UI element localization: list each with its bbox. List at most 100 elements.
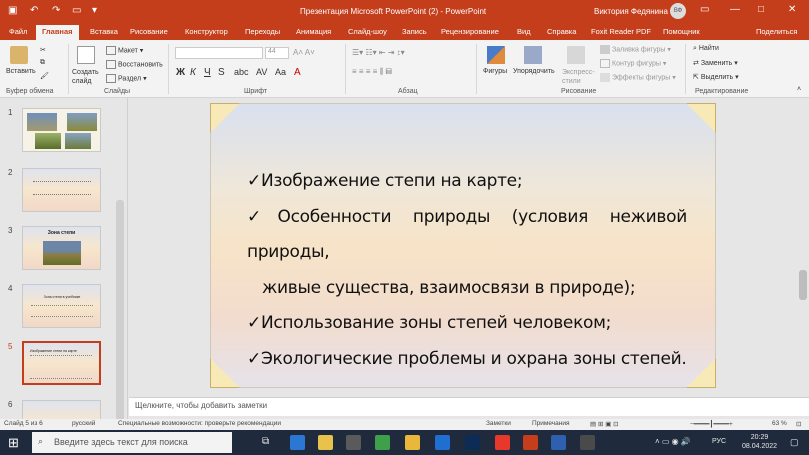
italic-button[interactable]: К [190, 67, 196, 78]
underline-button[interactable]: Ч [204, 67, 211, 78]
l-app-icon[interactable] [375, 435, 390, 450]
edge-icon[interactable] [290, 435, 305, 450]
tab-foxit[interactable]: Foxit Reader PDF [591, 27, 651, 36]
tab-file[interactable]: Файл [9, 27, 27, 36]
accessibility-status[interactable]: Специальные возможности: проверьте реком… [118, 420, 281, 427]
thumbnail-slide-2[interactable] [22, 168, 101, 212]
align-buttons[interactable]: ≡ ≡ ≡ ≡ ⫼ ▤ [352, 67, 392, 77]
font-size-combo[interactable]: 44 [265, 47, 289, 59]
tab-design[interactable]: Конструктор [185, 27, 228, 36]
undo-icon[interactable]: ↶ [30, 5, 38, 16]
app-icon[interactable] [580, 435, 595, 450]
paint-icon[interactable] [405, 435, 420, 450]
tab-record[interactable]: Запись [402, 27, 427, 36]
format-painter-icon[interactable]: 🖌 [40, 72, 49, 80]
collapse-ribbon-icon[interactable]: ˄ [797, 86, 801, 93]
tab-insert[interactable]: Вставка [90, 27, 118, 36]
maximize-icon[interactable]: □ [758, 4, 764, 15]
slide-scrollbar[interactable] [797, 98, 809, 397]
tab-assistant[interactable]: Помощник [663, 27, 700, 36]
fit-slide-icon[interactable]: ⊡ [796, 420, 801, 428]
replace-button[interactable]: ⇄ Заменить ▾ [693, 59, 738, 67]
avatar[interactable]: ВФ [670, 3, 686, 19]
shadow-button[interactable]: S [218, 67, 225, 78]
spacing-button[interactable]: AV [256, 67, 267, 77]
bold-button[interactable]: Ж [176, 67, 185, 78]
photos-icon[interactable] [435, 435, 450, 450]
taskbar-search[interactable]: ⌕ Введите здесь текст для поиска [32, 432, 232, 453]
thumbnail-slide-5[interactable]: Изображение степи на карте [22, 341, 101, 385]
reset-button[interactable]: Восстановить [106, 60, 163, 69]
explorer-icon[interactable] [318, 435, 333, 450]
clock[interactable]: 20:29 08.04.2022 [742, 433, 777, 451]
word-icon[interactable] [551, 435, 566, 450]
thumbnail-slide-6[interactable] [22, 400, 101, 419]
tab-animation[interactable]: Анимация [296, 27, 331, 36]
thumbnail-slide-1[interactable] [22, 108, 101, 152]
arrange-icon[interactable] [524, 46, 542, 64]
shapes-button[interactable]: Фигуры [483, 68, 507, 75]
save-icon[interactable]: ▣ [8, 5, 17, 16]
tray-icons[interactable]: ˄ ▭ ◉ 🔊 [655, 437, 691, 446]
tab-review[interactable]: Рецензирование [441, 27, 499, 36]
zoom-slider[interactable]: −━━━━┃━━━━+ [690, 420, 733, 428]
select-button[interactable]: ⇱ Выделить ▾ [693, 73, 739, 81]
tab-draw[interactable]: Рисование [130, 27, 168, 36]
shape-fill-button[interactable]: Заливка фигуры ▾ [600, 45, 671, 54]
tab-slideshow[interactable]: Слайд-шоу [348, 27, 387, 36]
comments-toggle[interactable]: Примечания [532, 420, 570, 427]
section-button[interactable]: Раздел ▾ [106, 74, 147, 83]
new-slide-icon[interactable] [77, 46, 95, 64]
slideshow-icon[interactable]: ▭ [72, 5, 81, 16]
photoshop-icon[interactable] [465, 435, 480, 450]
view-buttons[interactable]: ▤ ⊞ ▣ ⊡ [590, 420, 619, 428]
language-indicator[interactable]: русский [72, 420, 95, 427]
paste-icon[interactable] [10, 46, 28, 64]
find-button[interactable]: ⌕ Найти [693, 45, 719, 53]
notes-toggle[interactable]: Заметки [486, 420, 511, 427]
thumbnail-slide-4[interactable]: Зона степи в учебнике [22, 284, 101, 328]
layout-button[interactable]: Макет ▾ [106, 46, 143, 55]
notes-pane[interactable]: Щелкните, чтобы добавить заметки [129, 397, 809, 416]
shape-outline-button[interactable]: Контур фигуры ▾ [600, 59, 666, 68]
zoom-level[interactable]: 63 % [772, 420, 787, 427]
redo-icon[interactable]: ↷ [52, 5, 60, 16]
arrange-button[interactable]: Упорядочить [513, 68, 555, 75]
user-name[interactable]: Виктория Федянина [594, 7, 668, 16]
grow-font-icon[interactable]: A˄ A˅ [293, 48, 315, 57]
input-language[interactable]: РУС [712, 438, 726, 445]
close-icon[interactable]: ✕ [788, 4, 796, 15]
store-icon[interactable] [346, 435, 361, 450]
tab-transitions[interactable]: Переходы [245, 27, 280, 36]
customize-qa-icon[interactable]: ▾ [92, 5, 97, 16]
yandex-icon[interactable] [495, 435, 510, 450]
copy-icon[interactable]: ⧉ [40, 59, 45, 67]
font-family-combo[interactable] [175, 47, 263, 59]
slide-5[interactable]: ✓Изображение степи на карте; ✓Особенност… [210, 103, 716, 388]
font-color-button[interactable]: A [294, 67, 301, 78]
case-button[interactable]: Aa [275, 67, 286, 77]
powerpoint-icon[interactable] [523, 435, 538, 450]
tab-home[interactable]: Главная [36, 25, 79, 40]
windows-start-icon[interactable]: ⊞ [8, 435, 19, 451]
task-view-icon[interactable]: ⧉ [262, 436, 269, 447]
minimize-icon[interactable]: — [730, 4, 740, 15]
ribbon-options-icon[interactable]: ▭ [700, 4, 709, 15]
cut-icon[interactable]: ✂ [40, 46, 46, 54]
paste-button[interactable]: Вставить [6, 68, 36, 75]
shape-effects-button[interactable]: Эффекты фигуры ▾ [600, 73, 676, 82]
thumbnail-slide-3[interactable]: Зона степи [22, 226, 101, 270]
shapes-icon[interactable] [487, 46, 505, 64]
notifications-icon[interactable]: ▢ [790, 437, 799, 448]
quick-styles-button[interactable]: Экспресс-стили [562, 68, 596, 86]
quick-styles-icon[interactable] [567, 46, 585, 64]
tab-help[interactable]: Справка [547, 27, 576, 36]
thumbnails-scrollbar[interactable] [116, 200, 124, 419]
strike-button[interactable]: abc [234, 67, 249, 77]
slide-content-textbox[interactable]: ✓Изображение степи на карте; ✓Особенност… [247, 164, 687, 377]
new-slide-button[interactable]: Создать слайд [72, 68, 102, 86]
share-button[interactable]: Поделиться [756, 27, 797, 36]
tab-view[interactable]: Вид [517, 27, 531, 36]
bullets-button[interactable]: ☰▾ ☷▾ ⇤ ⇥ ↕▾ [352, 48, 405, 57]
scroll-thumb[interactable] [799, 270, 807, 300]
